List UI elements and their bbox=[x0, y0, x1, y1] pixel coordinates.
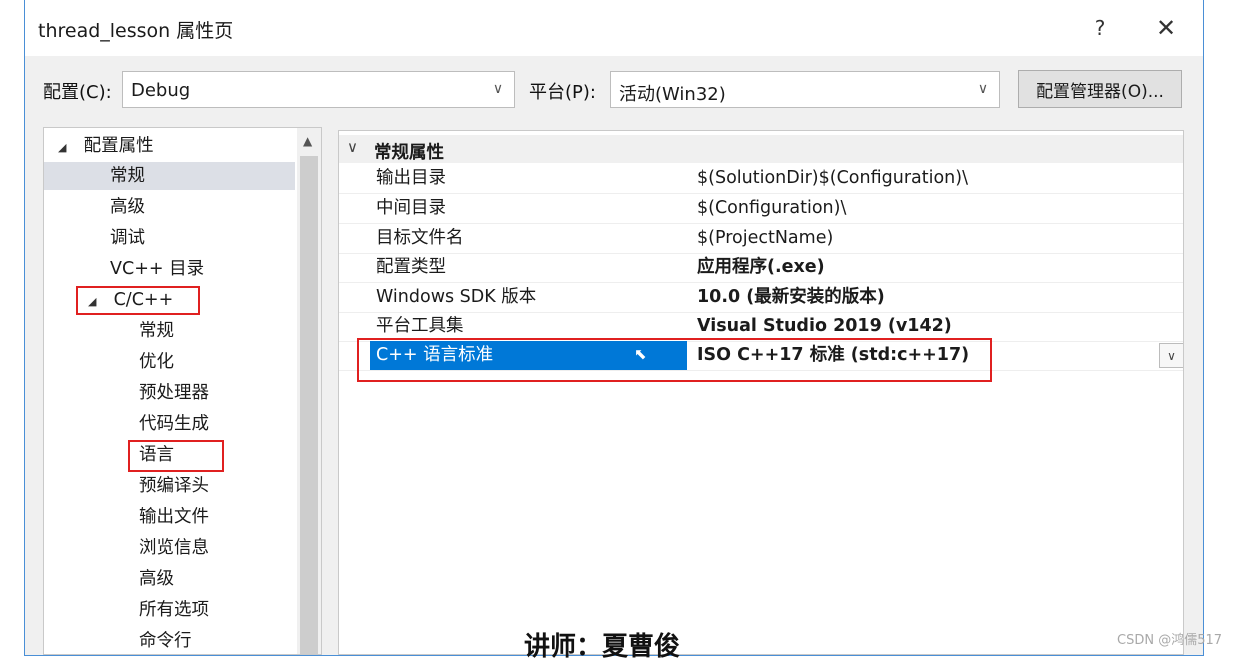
collapse-chevron-icon[interactable]: ∨ bbox=[347, 138, 358, 156]
property-row-target-name[interactable]: 目标文件名 $(ProjectName) bbox=[339, 224, 1183, 254]
platform-combo[interactable]: 活动(Win32) ∨ bbox=[610, 71, 1000, 108]
category-label: 常规属性 bbox=[374, 143, 444, 163]
tree-item-label: 高级 bbox=[139, 569, 174, 589]
tree-scrollbar[interactable]: ▲ bbox=[297, 128, 321, 654]
window-title: thread_lesson 属性页 bbox=[38, 20, 234, 42]
tree-item-vc-directories[interactable]: VC++ 目录 bbox=[110, 255, 204, 283]
tree-item-general[interactable]: 常规 bbox=[44, 162, 295, 190]
tree-item-debugging[interactable]: 调试 bbox=[110, 224, 145, 252]
config-manager-button[interactable]: 配置管理器(O)... bbox=[1018, 70, 1182, 108]
platform-value: 活动(Win32) bbox=[619, 84, 726, 105]
property-tree: ◢ 配置属性 常规 高级 调试 VC++ 目录 ◢ C/C++ 常规 优化 预处… bbox=[43, 127, 322, 655]
property-value: $(ProjectName) bbox=[697, 228, 834, 248]
tree-item-label: 高级 bbox=[110, 197, 145, 217]
tree-item-preprocessor[interactable]: 预处理器 bbox=[139, 379, 209, 407]
config-combo[interactable]: Debug ∨ bbox=[122, 71, 515, 108]
property-row-intermediate-directory[interactable]: 中间目录 $(Configuration)\ bbox=[339, 194, 1183, 224]
tree-item-code-generation[interactable]: 代码生成 bbox=[139, 410, 209, 438]
property-name: 配置类型 bbox=[376, 257, 446, 277]
property-value: 应用程序(.exe) bbox=[697, 257, 825, 277]
watermark: CSDN @鸿儒517 bbox=[1117, 633, 1223, 648]
help-button[interactable]: ? bbox=[1080, 8, 1120, 48]
scrollbar-thumb[interactable] bbox=[300, 156, 318, 654]
highlight-box-language bbox=[128, 440, 224, 472]
tree-item-label: 调试 bbox=[110, 228, 145, 248]
tree-item-label: 配置属性 bbox=[83, 136, 154, 156]
tree-item-browse-information[interactable]: 浏览信息 bbox=[139, 534, 209, 562]
tree-item-label: 所有选项 bbox=[139, 600, 209, 620]
dropdown-button[interactable]: ∨ bbox=[1159, 343, 1183, 368]
tree-item-label: 代码生成 bbox=[139, 414, 209, 434]
property-name: 中间目录 bbox=[376, 198, 446, 218]
category-general-properties[interactable]: ∨ 常规属性 bbox=[339, 135, 1183, 163]
highlight-box-cpp bbox=[76, 286, 200, 315]
config-value: Debug bbox=[131, 80, 191, 101]
tree-item-label: 常规 bbox=[110, 166, 145, 186]
expand-triangle-icon[interactable]: ◢ bbox=[58, 134, 72, 162]
close-button[interactable]: ✕ bbox=[1146, 8, 1186, 48]
tree-item-command-line[interactable]: 命令行 bbox=[139, 627, 192, 654]
property-value: Visual Studio 2019 (v142) bbox=[697, 316, 952, 336]
tree-item-label: 命令行 bbox=[139, 631, 192, 651]
scroll-up-icon[interactable]: ▲ bbox=[303, 134, 312, 148]
tree-item-cpp-general[interactable]: 常规 bbox=[139, 317, 174, 345]
tree-item-label: 优化 bbox=[139, 352, 174, 372]
property-value: $(Configuration)\ bbox=[697, 198, 847, 218]
tree-item-label: 预处理器 bbox=[139, 383, 209, 403]
tree-item-label: VC++ 目录 bbox=[110, 259, 205, 279]
tree-item-label: 预编译头 bbox=[139, 476, 209, 496]
property-row-configuration-type[interactable]: 配置类型 应用程序(.exe) bbox=[339, 253, 1183, 283]
property-name: Windows SDK 版本 bbox=[376, 287, 537, 307]
title-bar: thread_lesson 属性页 ? ✕ bbox=[25, 0, 1203, 56]
tree-item-label: 常规 bbox=[139, 321, 174, 341]
tree-item-precompiled-headers[interactable]: 预编译头 bbox=[139, 472, 209, 500]
property-value: $(SolutionDir)$(Configuration)\ bbox=[697, 168, 968, 188]
tree-item-label: 浏览信息 bbox=[139, 538, 209, 558]
tree-item-label: 输出文件 bbox=[139, 507, 209, 527]
highlight-box-language-standard bbox=[357, 338, 992, 382]
tree-item-advanced[interactable]: 高级 bbox=[110, 193, 145, 221]
property-row-windows-sdk-version[interactable]: Windows SDK 版本 10.0 (最新安装的版本) bbox=[339, 283, 1183, 313]
tree-item-output-files[interactable]: 输出文件 bbox=[139, 503, 209, 531]
property-name: 输出目录 bbox=[376, 168, 446, 188]
tree-item-cpp-advanced[interactable]: 高级 bbox=[139, 565, 174, 593]
tree-item-config-properties[interactable]: ◢ 配置属性 bbox=[58, 132, 154, 160]
property-name: 目标文件名 bbox=[376, 228, 464, 248]
chevron-down-icon: ∨ bbox=[492, 81, 504, 97]
property-value: 10.0 (最新安装的版本) bbox=[697, 287, 885, 307]
config-label: 配置(C): bbox=[43, 82, 112, 103]
properties-dialog: thread_lesson 属性页 ? ✕ 配置(C): Debug ∨ 平台(… bbox=[25, 0, 1203, 655]
property-grid: ∨ 常规属性 输出目录 $(SolutionDir)$(Configuratio… bbox=[338, 130, 1184, 655]
instructor-caption: 讲师：夏曹俊 bbox=[524, 632, 681, 662]
platform-label: 平台(P): bbox=[529, 82, 596, 103]
tree-item-all-options[interactable]: 所有选项 bbox=[139, 596, 209, 624]
property-name: 平台工具集 bbox=[376, 316, 464, 336]
property-row-output-directory[interactable]: 输出目录 $(SolutionDir)$(Configuration)\ bbox=[339, 164, 1183, 194]
tree-item-optimization[interactable]: 优化 bbox=[139, 348, 174, 376]
chevron-down-icon: ∨ bbox=[977, 81, 989, 97]
